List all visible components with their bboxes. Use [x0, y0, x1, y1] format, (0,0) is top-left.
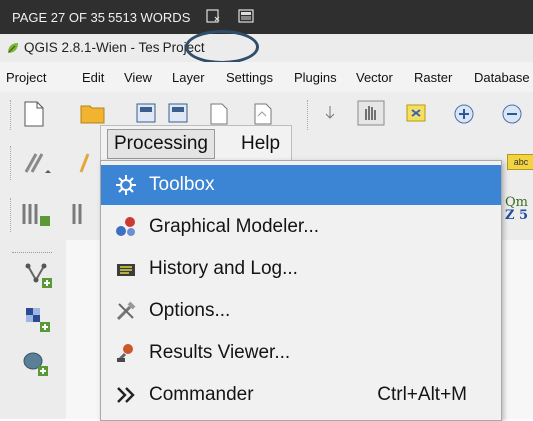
menu-item-shortcut: Ctrl+Alt+M [377, 384, 467, 405]
menu-overlay-header: Processing Help [100, 125, 292, 162]
menu-item-toolbox[interactable]: Toolbox [101, 165, 501, 205]
menu-raster[interactable]: Raster [414, 70, 452, 85]
menu-edit[interactable]: Edit [82, 70, 104, 85]
menu-database[interactable]: Database [474, 70, 530, 85]
toolbar-separator [307, 100, 309, 130]
menu-layer[interactable]: Layer [172, 70, 205, 85]
menu-item-label: Toolbox [149, 174, 215, 195]
menu-project[interactable]: Project [6, 70, 46, 85]
menu-help[interactable]: Help [241, 133, 280, 155]
qgis-logo-icon [6, 41, 20, 55]
menu-item-graphical-modeler[interactable]: Graphical Modeler... [101, 207, 501, 247]
menu-item-results-viewer[interactable]: Results Viewer... [101, 333, 501, 373]
label-abc-icon[interactable]: abc [507, 154, 533, 170]
results-icon [115, 342, 137, 364]
menu-settings[interactable]: Settings [226, 70, 273, 85]
zoom-out-icon[interactable] [500, 102, 524, 131]
zoom-in-icon[interactable] [452, 102, 476, 131]
menu-item-label: Commander [149, 384, 254, 405]
new-project-icon[interactable] [22, 100, 46, 133]
edit-pencil-icon[interactable] [22, 150, 54, 181]
menu-item-label: History and Log... [149, 258, 298, 279]
menu-item-history-log[interactable]: History and Log... [101, 249, 501, 289]
toolbar-grip [10, 198, 12, 232]
menu-view[interactable]: View [124, 70, 152, 85]
window-title: QGIS 2.8.1-Wien - Tes Project [24, 40, 205, 55]
add-layer-icon[interactable] [70, 200, 98, 233]
layers-toolbar [0, 240, 67, 419]
menu-item-label: Options... [149, 300, 231, 321]
gear-icon [115, 174, 137, 196]
menu-item-label: Results Viewer... [149, 342, 291, 363]
tools-icon [115, 300, 137, 322]
panel-grip [12, 252, 52, 254]
add-vector-layer-icon[interactable] [24, 260, 54, 295]
manage-layers-icon[interactable] [20, 200, 52, 233]
window-title-prefix: QGIS 2.8.1-Wien - Tes [24, 40, 160, 55]
layout-icon[interactable] [238, 8, 254, 24]
main-menubar: Project Edit View Layer Settings Plugins… [0, 62, 533, 93]
menu-plugins[interactable]: Plugins [294, 70, 337, 85]
processing-dropdown: Toolbox Graphical Modeler... History and… [100, 160, 502, 421]
annotation-circle [185, 30, 259, 64]
toolbar-grip [10, 100, 12, 130]
menu-item-label: Graphical Modeler... [149, 216, 320, 237]
window-titlebar: QGIS 2.8.1-Wien - Tes Project [0, 34, 533, 63]
pan-map-icon[interactable] [357, 100, 385, 131]
menu-item-options[interactable]: Options... [101, 291, 501, 331]
add-raster-layer-icon[interactable] [24, 306, 54, 341]
touch-zoom-icon[interactable] [322, 104, 338, 129]
label-z5: Z 5 [505, 208, 529, 223]
menu-processing[interactable]: Processing [107, 129, 215, 159]
modeler-icon [115, 216, 137, 238]
history-icon [115, 258, 137, 280]
toolbar-grip [10, 146, 12, 180]
digitize-icon[interactable] [78, 150, 92, 181]
pan-to-selection-icon[interactable] [404, 102, 428, 129]
menu-vector[interactable]: Vector [356, 70, 393, 85]
add-postgis-layer-icon[interactable] [22, 350, 52, 385]
word-status-bar: PAGE 27 OF 35 5513 WORDS [0, 0, 533, 34]
word-count[interactable]: 5513 WORDS [108, 10, 190, 25]
menu-item-commander[interactable]: Commander Ctrl+Alt+M [101, 375, 501, 415]
page-count[interactable]: PAGE 27 OF 35 [12, 10, 105, 25]
label-qm-text[interactable]: Qm Z 5 [505, 196, 528, 222]
chevrons-icon [115, 384, 137, 406]
proofing-icon[interactable] [206, 8, 222, 24]
